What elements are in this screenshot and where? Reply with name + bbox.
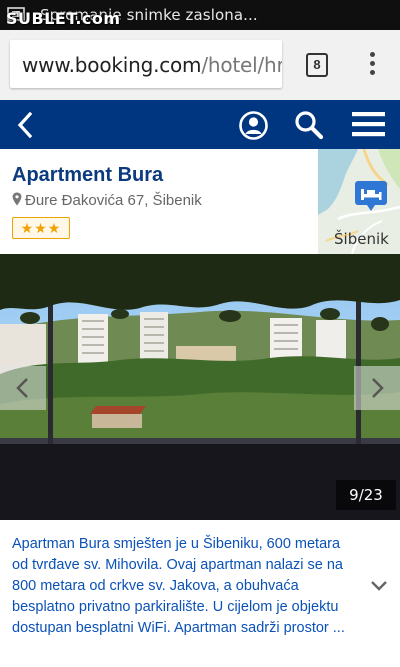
hotel-header: Apartment Bura Đure Đakovića 67, Šibenik… <box>0 149 400 254</box>
status-bar: Spremanje snimke zaslona... SUBLET.com <box>0 0 400 30</box>
hotel-address-text: Đure Đakovića 67, Šibenik <box>25 192 202 209</box>
gallery-counter: 9/23 <box>336 480 396 510</box>
hamburger-menu-icon[interactable] <box>352 110 385 138</box>
gallery-prev-button[interactable] <box>0 366 46 410</box>
chevron-left-icon <box>16 378 28 398</box>
vertical-dots-icon[interactable] <box>362 52 382 80</box>
map-city-label: Šibenik <box>334 230 389 248</box>
url-text: www.booking.com/hotel/hr/ <box>22 53 282 77</box>
hotel-marker-icon <box>355 181 387 211</box>
hotel-address[interactable]: Đure Đakovića 67, Šibenik <box>12 192 202 209</box>
hotel-photo-gallery[interactable]: 9/23 <box>0 254 400 520</box>
hotel-name: Apartment Bura <box>12 164 164 186</box>
url-path: /hotel/hr/ <box>201 53 282 77</box>
chevron-left-icon[interactable] <box>14 111 36 139</box>
user-circle-icon[interactable] <box>238 110 269 141</box>
booking-nav-bar <box>0 100 400 149</box>
hotel-description[interactable]: Apartman Bura smješten je u Šibeniku, 60… <box>12 534 358 639</box>
tab-switcher-button[interactable]: 8 <box>306 53 328 77</box>
url-field[interactable]: www.booking.com/hotel/hr/ <box>10 40 282 88</box>
star-rating-badge: ★★★ <box>12 217 70 239</box>
gallery-next-button[interactable] <box>354 366 400 410</box>
map-thumbnail[interactable]: Šibenik <box>318 149 400 254</box>
url-domain: www.booking.com <box>22 53 202 77</box>
browser-toolbar: www.booking.com/hotel/hr/ 8 <box>0 30 400 100</box>
watermark-logo: SUBLET.com <box>6 9 121 28</box>
search-icon[interactable] <box>293 109 325 141</box>
chevron-right-icon <box>372 378 384 398</box>
map-pin-icon <box>12 192 22 206</box>
chevron-down-icon[interactable] <box>369 579 389 593</box>
